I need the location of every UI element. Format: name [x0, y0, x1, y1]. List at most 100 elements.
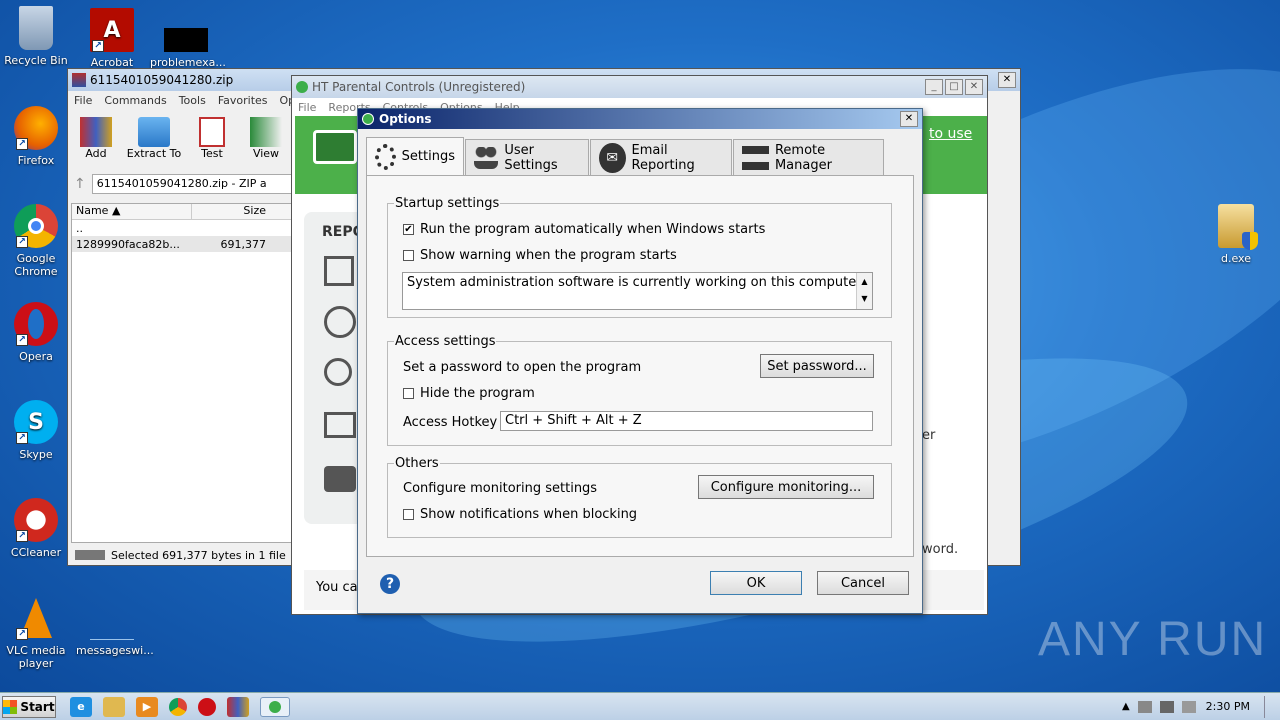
acrobat-icon: A ↗ [90, 8, 134, 52]
maximize-icon[interactable]: □ [945, 79, 963, 95]
ie-icon[interactable]: e [70, 696, 92, 717]
show-warning-option[interactable]: Show warning when the program starts [403, 248, 677, 263]
warning-text: System administration software is curren… [407, 275, 865, 290]
show-desktop-button[interactable] [1264, 695, 1278, 718]
winrar-taskbar-icon[interactable] [227, 696, 249, 717]
ccleaner-icon: ↗ [14, 498, 58, 542]
add-button[interactable]: Add [68, 111, 124, 167]
tab-label: Settings [401, 149, 455, 164]
column-size[interactable]: Size [192, 204, 270, 219]
configure-monitoring-button[interactable]: Configure monitoring... [698, 475, 874, 499]
search-icon[interactable] [324, 358, 352, 386]
desktop-icon-label: Google Chrome [14, 252, 58, 278]
desktop-icon-skype[interactable]: S ↗ Skype [0, 400, 72, 461]
desktop-icon-label: messageswi... [76, 644, 154, 657]
table-row[interactable]: 1289990faca82b... 691,377 [72, 236, 291, 252]
shield-icon [296, 81, 308, 93]
desktop-icon-firefox[interactable]: ↗ Firefox [0, 106, 72, 167]
window-title: 6115401059041280.zip [90, 73, 234, 87]
file-list: Name ▲ Size .. 1289990faca82b... 691,377 [71, 203, 292, 543]
firefox-icon: ↗ [14, 106, 58, 150]
desktop-icon-opera[interactable]: ↗ Opera [0, 302, 72, 363]
tab-email-reporting[interactable]: ✉ Email Reporting [590, 139, 732, 175]
desktop-icon-label: CCleaner [10, 546, 62, 559]
menu-commands[interactable]: Commands [104, 94, 166, 107]
checkbox[interactable] [403, 250, 414, 261]
label-text: Access Hotkey [403, 415, 498, 430]
tab-remote-manager[interactable]: Remote Manager [733, 139, 884, 175]
ok-button[interactable]: OK [710, 571, 802, 595]
tab-label: Remote Manager [774, 142, 832, 173]
desktop-icon-chrome[interactable]: ↗ Google Chrome [0, 204, 72, 278]
menu-file[interactable]: File [298, 101, 316, 114]
hotkey-field[interactable]: Ctrl + Shift + Alt + Z [500, 411, 873, 431]
users-icon [474, 146, 499, 169]
checklist-icon [199, 117, 225, 147]
extract-to-button[interactable]: Extract To [124, 111, 184, 167]
hide-program-option[interactable]: Hide the program [403, 386, 535, 401]
laptop-icon[interactable] [324, 412, 356, 438]
up-arrow-icon[interactable]: ↑ [74, 176, 86, 192]
file-list-header: Name ▲ Size [72, 204, 291, 220]
desktop-icon-vlc[interactable]: ↗ VLC media player [0, 596, 72, 670]
start-button[interactable]: Start [2, 695, 56, 718]
desktop-icon-label: Skype [19, 448, 53, 461]
path-field[interactable]: 6115401059041280.zip - ZIP a [91, 174, 292, 194]
desktop-icon-messageswi[interactable]: messageswi... [76, 620, 154, 657]
desktop-icon-problemexa[interactable]: problemexa... [150, 28, 226, 69]
parental-controls-taskbar-icon[interactable] [260, 696, 290, 717]
flag-icon[interactable] [1181, 700, 1196, 713]
desktop-icon-d-exe[interactable]: d.exe [1200, 204, 1272, 265]
set-password-button[interactable]: Set password... [760, 354, 874, 378]
minimize-icon[interactable]: _ [925, 79, 943, 95]
menu-file[interactable]: File [74, 94, 92, 107]
view-button[interactable]: View [240, 111, 292, 167]
tab-settings[interactable]: Settings [366, 137, 464, 175]
table-row[interactable]: .. [72, 220, 291, 236]
globe-icon[interactable] [324, 306, 356, 338]
pages-icon[interactable] [324, 256, 354, 286]
address-bar: ↑ 6115401059041280.zip - ZIP a [74, 173, 292, 195]
cancel-button[interactable]: Cancel [817, 571, 909, 595]
column-name[interactable]: Name ▲ [72, 204, 192, 219]
camera-icon[interactable] [324, 466, 356, 492]
clock[interactable]: 2:30 PM [1206, 700, 1250, 713]
tab-user-settings[interactable]: User Settings [465, 139, 589, 175]
checkbox[interactable]: ✔ [403, 224, 414, 235]
test-button[interactable]: Test [184, 111, 240, 167]
run-automatically-option[interactable]: ✔ Run the program automatically when Win… [403, 222, 765, 237]
desktop-icon-acrobat[interactable]: A ↗ Acrobat [76, 8, 148, 69]
chrome-icon[interactable] [169, 697, 187, 716]
hotkey-label: Access Hotkey [403, 415, 497, 430]
help-icon[interactable]: ? [380, 574, 400, 594]
media-player-icon[interactable]: ▶ [136, 696, 158, 717]
show-notifications-option[interactable]: Show notifications when blocking [403, 507, 637, 522]
status-text: Selected 691,377 bytes in 1 file [111, 548, 286, 562]
parental-titlebar: HT Parental Controls (Unregistered) _ □ … [292, 76, 987, 98]
settings-panel: Startup settings ✔ Run the program autom… [366, 175, 914, 557]
file-icon [164, 28, 208, 52]
configure-label: Configure monitoring settings [403, 481, 597, 496]
checkbox[interactable] [403, 388, 414, 399]
tab-label: User Settings [504, 142, 558, 173]
close-icon[interactable]: ✕ [965, 79, 983, 95]
explorer-icon[interactable] [103, 696, 125, 717]
start-label: Start [20, 699, 55, 714]
opera-icon[interactable] [198, 697, 216, 716]
checkbox[interactable] [403, 509, 414, 520]
menu-favorites[interactable]: Favorites [218, 94, 268, 107]
speaker-icon[interactable] [1137, 700, 1152, 713]
file-name: 1289990faca82b... [76, 237, 180, 251]
scrollbar[interactable]: ▲ ▼ [856, 273, 872, 309]
chevron-up-icon[interactable]: ▲ [1122, 701, 1130, 712]
network-icon[interactable] [1159, 700, 1174, 713]
drive-icon [75, 550, 105, 560]
desktop-icon-recycle-bin[interactable]: Recycle Bin [0, 6, 72, 67]
close-icon[interactable]: ✕ [900, 111, 918, 127]
banner-link[interactable]: to use [929, 126, 972, 142]
desktop-icon-ccleaner[interactable]: ↗ CCleaner [0, 498, 72, 559]
close-icon[interactable]: ✕ [998, 72, 1016, 88]
shortcut-arrow-icon: ↗ [16, 334, 28, 346]
menu-tools[interactable]: Tools [179, 94, 206, 107]
warning-text-field[interactable]: System administration software is curren… [402, 272, 873, 310]
